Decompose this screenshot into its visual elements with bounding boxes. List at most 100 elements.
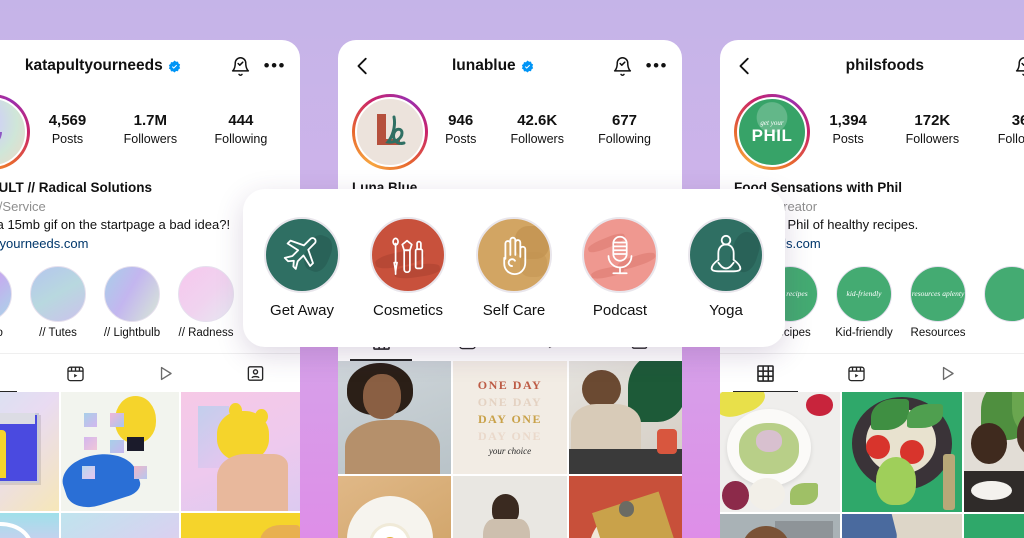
profile-tabs [720, 353, 1024, 393]
stat-label: Following [214, 131, 268, 146]
page-title: katapultyourneeds [0, 57, 230, 75]
highlight-item[interactable]: // Inspo [0, 266, 14, 339]
highlight-cover-label: Cosmetics [372, 302, 443, 319]
post-thumbnail[interactable] [568, 475, 682, 538]
stat-label: Posts [832, 131, 864, 146]
tab-grid[interactable] [720, 354, 811, 393]
highlight-cover: resources aplenty [910, 266, 966, 323]
highlight-cover-item[interactable]: Get Away [259, 217, 345, 319]
highlight-item[interactable]: resources aplenty Resources [908, 266, 968, 339]
reels-icon [66, 364, 85, 383]
highlight-cover: kid-friendly [836, 266, 892, 323]
bell-icon[interactable] [230, 56, 251, 77]
stat-posts[interactable]: 946 Posts [445, 112, 476, 148]
post-thumbnail[interactable] [181, 392, 300, 511]
stat-label: Posts [51, 131, 84, 146]
bell-icon[interactable] [612, 56, 633, 77]
avatar[interactable] [352, 94, 428, 170]
tab-reels[interactable] [811, 354, 902, 392]
profile-summary: 4,569 Posts 1.7M Followers 444 Following [0, 92, 300, 170]
tab-tagged[interactable] [993, 354, 1024, 392]
post-thumbnail[interactable] [720, 392, 840, 513]
airplane-icon [283, 237, 317, 270]
highlight-cover-text: resources aplenty [911, 288, 965, 298]
post-thumbnail[interactable]: ONE DAY ONE DAY DAY ONE DAY ONE your cho… [453, 360, 567, 474]
post-thumbnail[interactable] [338, 475, 452, 538]
highlight-cover-label: Yoga [709, 302, 743, 319]
highlight-cover-label: Podcast [592, 302, 648, 319]
highlight-cover-item[interactable]: Yoga [683, 217, 769, 319]
post-thumbnail[interactable] [60, 392, 180, 511]
tab-video[interactable] [120, 354, 210, 392]
avatar[interactable] [0, 94, 30, 170]
post-thumbnail[interactable] [842, 392, 962, 513]
post-thumbnail[interactable] [181, 512, 300, 538]
highlight-cover [30, 266, 86, 323]
post-grid: you [720, 392, 1024, 538]
highlight-label: Resources [910, 327, 966, 340]
tab-video[interactable] [902, 354, 993, 392]
highlight-label: // Tutes [39, 327, 77, 340]
reels-icon [847, 364, 866, 383]
post-thumbnail[interactable] [568, 360, 682, 474]
post-thumbnail[interactable] [964, 392, 1024, 513]
highlight-cover [0, 266, 12, 323]
highlight-item[interactable]: // Radness [176, 266, 236, 339]
stat-value: 946 [448, 112, 474, 129]
post-thumbnail[interactable]: WIN [0, 512, 59, 538]
post-thumbnail[interactable] [842, 514, 962, 538]
page-title: philsfoods [756, 57, 1014, 75]
highlight-cover-text: kid-friendly [846, 288, 882, 298]
highlight-cover-item[interactable]: Cosmetics [365, 217, 451, 319]
post-thumbnail[interactable] [720, 514, 840, 538]
highlight-cover [264, 217, 340, 293]
tab-grid[interactable] [0, 354, 30, 393]
tab-reels[interactable] [30, 354, 120, 392]
bio-display-name: KATAPULT // Radical Solutions [0, 180, 153, 195]
post-thumbnail[interactable] [0, 392, 59, 511]
stat-following[interactable]: 677 Following [598, 112, 651, 148]
back-chevron-icon[interactable] [352, 55, 374, 77]
header-actions: ••• [230, 56, 286, 77]
stat-posts[interactable]: 4,569 Posts [49, 112, 87, 148]
username-label: katapultyourneeds [24, 57, 163, 74]
stats-row: 946 Posts 42.6K Followers 677 Following [428, 94, 668, 148]
stat-value: 677 [612, 112, 638, 129]
post-thumbnail[interactable]: Remember! You can [60, 512, 180, 538]
tab-tagged[interactable] [210, 354, 300, 392]
highlight-label: // Lightbulb [103, 327, 161, 340]
post-thumbnail[interactable] [338, 360, 452, 474]
avatar[interactable]: get your PHIL [734, 94, 810, 170]
post-grid: ONE DAY ONE DAY DAY ONE DAY ONE your cho… [338, 360, 682, 538]
highlight-cover-item[interactable]: Self Care [471, 217, 557, 319]
stat-followers[interactable]: 42.6K Followers [510, 112, 564, 148]
highlight-item[interactable]: kid-friendly Kid-friendly [834, 266, 894, 339]
profile-tabs [0, 353, 300, 393]
highlight-item[interactable] [982, 266, 1024, 339]
stat-following[interactable]: 444 Following [214, 112, 267, 148]
panel-header: katapultyourneeds ••• [0, 40, 300, 92]
microphone-icon [607, 235, 633, 275]
stats-row: 1,394 Posts 172K Followers 360 Following [810, 94, 1024, 148]
panel-header: philsfoods ••• [720, 40, 1024, 92]
stat-posts[interactable]: 1,394 Posts [829, 112, 867, 148]
stat-followers[interactable]: 172K Followers [906, 112, 960, 148]
post-thumbnail[interactable]: you [964, 514, 1024, 538]
header-actions: ••• [1014, 56, 1024, 77]
more-options-icon[interactable]: ••• [264, 57, 286, 74]
stat-label: Following [997, 131, 1024, 146]
highlight-cover-item[interactable]: Podcast [577, 217, 663, 319]
more-options-icon[interactable]: ••• [646, 57, 668, 74]
stat-followers[interactable]: 1.7M Followers [124, 112, 178, 148]
bell-icon[interactable] [1014, 56, 1024, 77]
stat-following[interactable]: 360 Following [998, 112, 1024, 148]
highlight-item[interactable]: // Tutes [28, 266, 88, 339]
post-thumbnail[interactable] [453, 475, 567, 538]
stat-label: Followers [905, 131, 960, 146]
stat-value: 360 [1011, 112, 1024, 129]
stat-value: 42.6K [517, 112, 558, 129]
stat-label: Posts [445, 131, 477, 146]
highlight-cover [370, 217, 446, 293]
back-chevron-icon[interactable] [734, 55, 756, 77]
highlight-item[interactable]: // Lightbulb [102, 266, 162, 339]
